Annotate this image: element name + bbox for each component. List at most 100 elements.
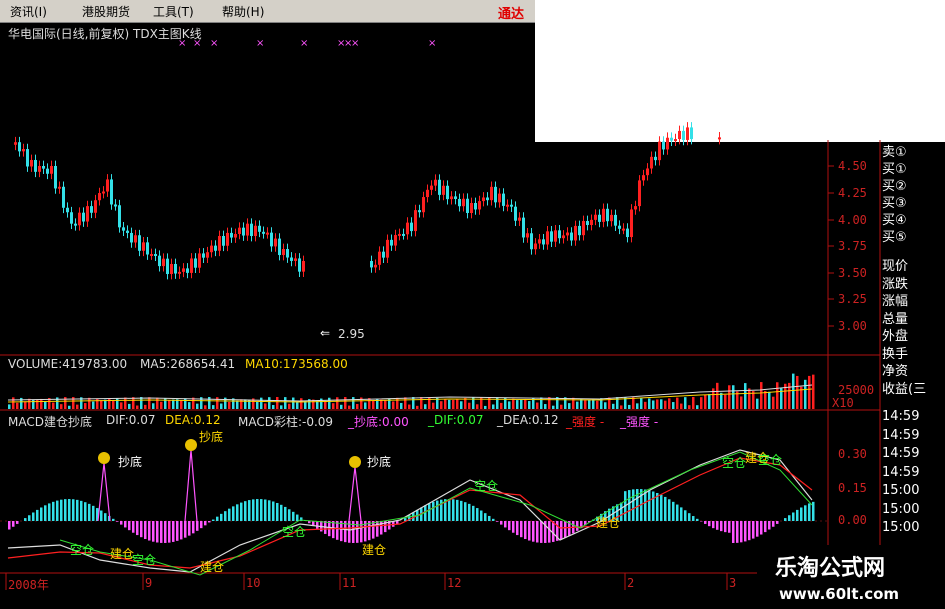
signal-jiancang-3: 建仓	[110, 547, 135, 561]
side-panel-item[interactable]: 外盘	[882, 328, 945, 345]
macd-bar	[480, 510, 483, 521]
candle-body	[562, 235, 565, 239]
side-panel-item[interactable]: 换手	[882, 346, 945, 363]
candle-body	[122, 227, 125, 231]
volume-bar	[288, 403, 291, 409]
side-panel-item[interactable]: 现价	[882, 258, 945, 275]
banner-name: 乐淘公式网	[775, 556, 886, 581]
volume-bar	[188, 402, 191, 409]
volume-bar	[272, 405, 275, 409]
stock-chart[interactable]: × × × × × ××× ×	[0, 0, 945, 609]
side-panel-item[interactable]: 收益(三	[882, 381, 945, 398]
volume-bar	[636, 403, 639, 409]
macd-bar	[40, 507, 43, 521]
macd-bar	[32, 512, 35, 521]
side-panel-item[interactable]: 买①	[882, 161, 945, 178]
macd-bar	[748, 521, 751, 541]
volume-bar	[596, 400, 599, 409]
candle-body	[610, 214, 613, 222]
marker-icon: ×	[210, 38, 218, 49]
macd-bar	[336, 521, 339, 540]
volume-bar	[84, 403, 87, 409]
volume-bar	[508, 401, 511, 409]
side-panel-item[interactable]: 15:00	[882, 482, 945, 499]
side-panel-item[interactable]: 买③	[882, 195, 945, 212]
macd-bar	[460, 500, 463, 521]
candle-body	[406, 222, 409, 235]
side-panel-item[interactable]: 14:59	[882, 464, 945, 481]
volume-bar	[440, 401, 443, 409]
volume-bar	[692, 397, 695, 409]
volume-bar	[672, 402, 675, 409]
chaodi-spike	[184, 449, 198, 522]
date-axis-label: 2	[627, 576, 635, 590]
volume-bar	[404, 397, 407, 409]
side-panel-item[interactable]: 总量	[882, 311, 945, 328]
candle-body	[642, 175, 645, 181]
signal-kongcang-4: 空仓	[474, 479, 499, 493]
macd-bar	[744, 521, 747, 542]
candle-body	[594, 214, 597, 220]
side-panel-item[interactable]: 14:59	[882, 427, 945, 444]
candle-body	[110, 179, 113, 205]
macd-bar	[760, 521, 763, 535]
side-panel-item[interactable]: 卖①	[882, 144, 945, 161]
macd-bar	[12, 521, 15, 527]
macd-bar	[340, 521, 343, 542]
candle-body	[718, 137, 721, 140]
macd-bar	[272, 501, 275, 521]
marker-icon: ×	[256, 38, 264, 49]
side-panel-item[interactable]: 买②	[882, 178, 945, 195]
candle-body	[530, 233, 533, 250]
side-panel-item[interactable]: 买⑤	[882, 229, 945, 246]
side-panel-item[interactable]: 15:00	[882, 501, 945, 518]
volume-bar	[220, 403, 223, 409]
side-panel-item[interactable]: 涨幅	[882, 293, 945, 310]
volume-bar	[300, 398, 303, 409]
volume-bar	[812, 374, 815, 409]
side-panel-item[interactable]: 买④	[882, 212, 945, 229]
side-panel-item[interactable]: 15:00	[882, 519, 945, 536]
candle-body	[278, 238, 281, 256]
volume-bar	[276, 397, 279, 409]
macd-bar	[764, 521, 767, 533]
candle-body	[182, 268, 185, 272]
side-panel-item[interactable]: 涨跌	[882, 276, 945, 293]
macd-bar	[236, 504, 239, 521]
candle-body	[142, 242, 145, 251]
candle-body	[686, 127, 689, 140]
macd-bar	[168, 521, 171, 543]
candle-body	[178, 271, 181, 274]
candle-body	[150, 254, 153, 257]
volume-bar	[268, 397, 271, 409]
macd-bar	[720, 521, 723, 532]
volume-bar	[476, 404, 479, 409]
candle-body	[254, 225, 257, 237]
macd-bar	[736, 521, 739, 543]
macd-bar	[244, 501, 247, 521]
volume-bar	[456, 398, 459, 409]
volume-bar	[644, 401, 647, 409]
volume-bar	[212, 405, 215, 409]
candle-body	[474, 202, 477, 210]
volume-bar	[12, 397, 15, 409]
volume-bar	[568, 403, 571, 409]
macd-bar	[116, 521, 119, 522]
volume-bar	[128, 403, 131, 409]
macd-bar	[428, 503, 431, 521]
side-panel-item[interactable]: 净资	[882, 363, 945, 380]
volume-bar	[124, 397, 127, 409]
candle-body	[130, 232, 133, 243]
candle-body	[62, 186, 65, 208]
side-panel-item[interactable]: 14:59	[882, 445, 945, 462]
macd-bar	[768, 521, 771, 530]
volume-bar	[152, 403, 155, 409]
macd-bar	[208, 521, 211, 523]
macd-bar	[92, 505, 95, 521]
volume-bar	[172, 399, 175, 409]
side-panel-item[interactable]: 14:59	[882, 408, 945, 425]
macd-bar	[36, 509, 39, 521]
candle-body	[166, 258, 169, 275]
volume-ma5-line	[7, 384, 813, 402]
macd-bar	[668, 499, 671, 521]
